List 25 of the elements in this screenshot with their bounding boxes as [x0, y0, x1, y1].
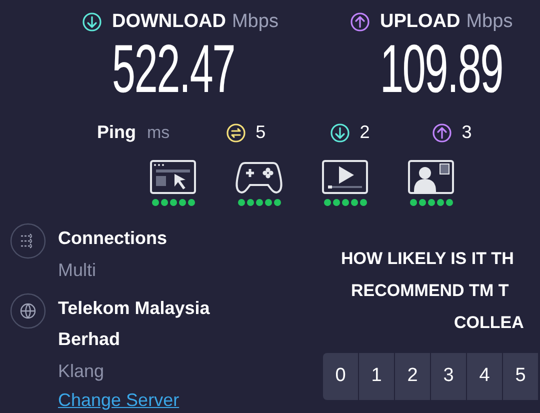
- survey-question: HOW LIKELY IS IT TH: [341, 248, 515, 270]
- rating-option[interactable]: 4: [467, 352, 502, 400]
- survey-question: RECOMMEND TM T: [351, 280, 510, 302]
- rating-option[interactable]: 1: [359, 352, 394, 400]
- download-label: DOWNLOAD: [112, 10, 226, 34]
- detail-value: Multi: [58, 258, 98, 282]
- detail-title: Telekom Malaysia Berhad: [58, 296, 211, 350]
- detail-title: Connections: [58, 226, 168, 250]
- upload-label: UPLOAD: [380, 10, 460, 34]
- survey-question: COLLEA: [454, 312, 525, 334]
- ping-value: 2: [360, 121, 370, 144]
- rating-option[interactable]: 0: [323, 352, 358, 400]
- rating-option[interactable]: 5: [503, 352, 538, 400]
- upload-speed: 109.89: [380, 36, 503, 100]
- unit-label: ms: [147, 122, 170, 144]
- download-speed: 522.47: [112, 36, 235, 100]
- ping-value: 3: [462, 121, 472, 144]
- ping-value: 5: [256, 121, 266, 144]
- rating-option[interactable]: 3: [431, 352, 466, 400]
- unit-label: Mbps: [466, 10, 513, 34]
- detail-value: Klang: [58, 360, 106, 383]
- change-server-link[interactable]: Change Server: [58, 388, 238, 412]
- unit-label: Mbps: [232, 10, 278, 34]
- ping-label: Ping: [97, 121, 136, 144]
- rating-option[interactable]: 2: [395, 352, 430, 400]
